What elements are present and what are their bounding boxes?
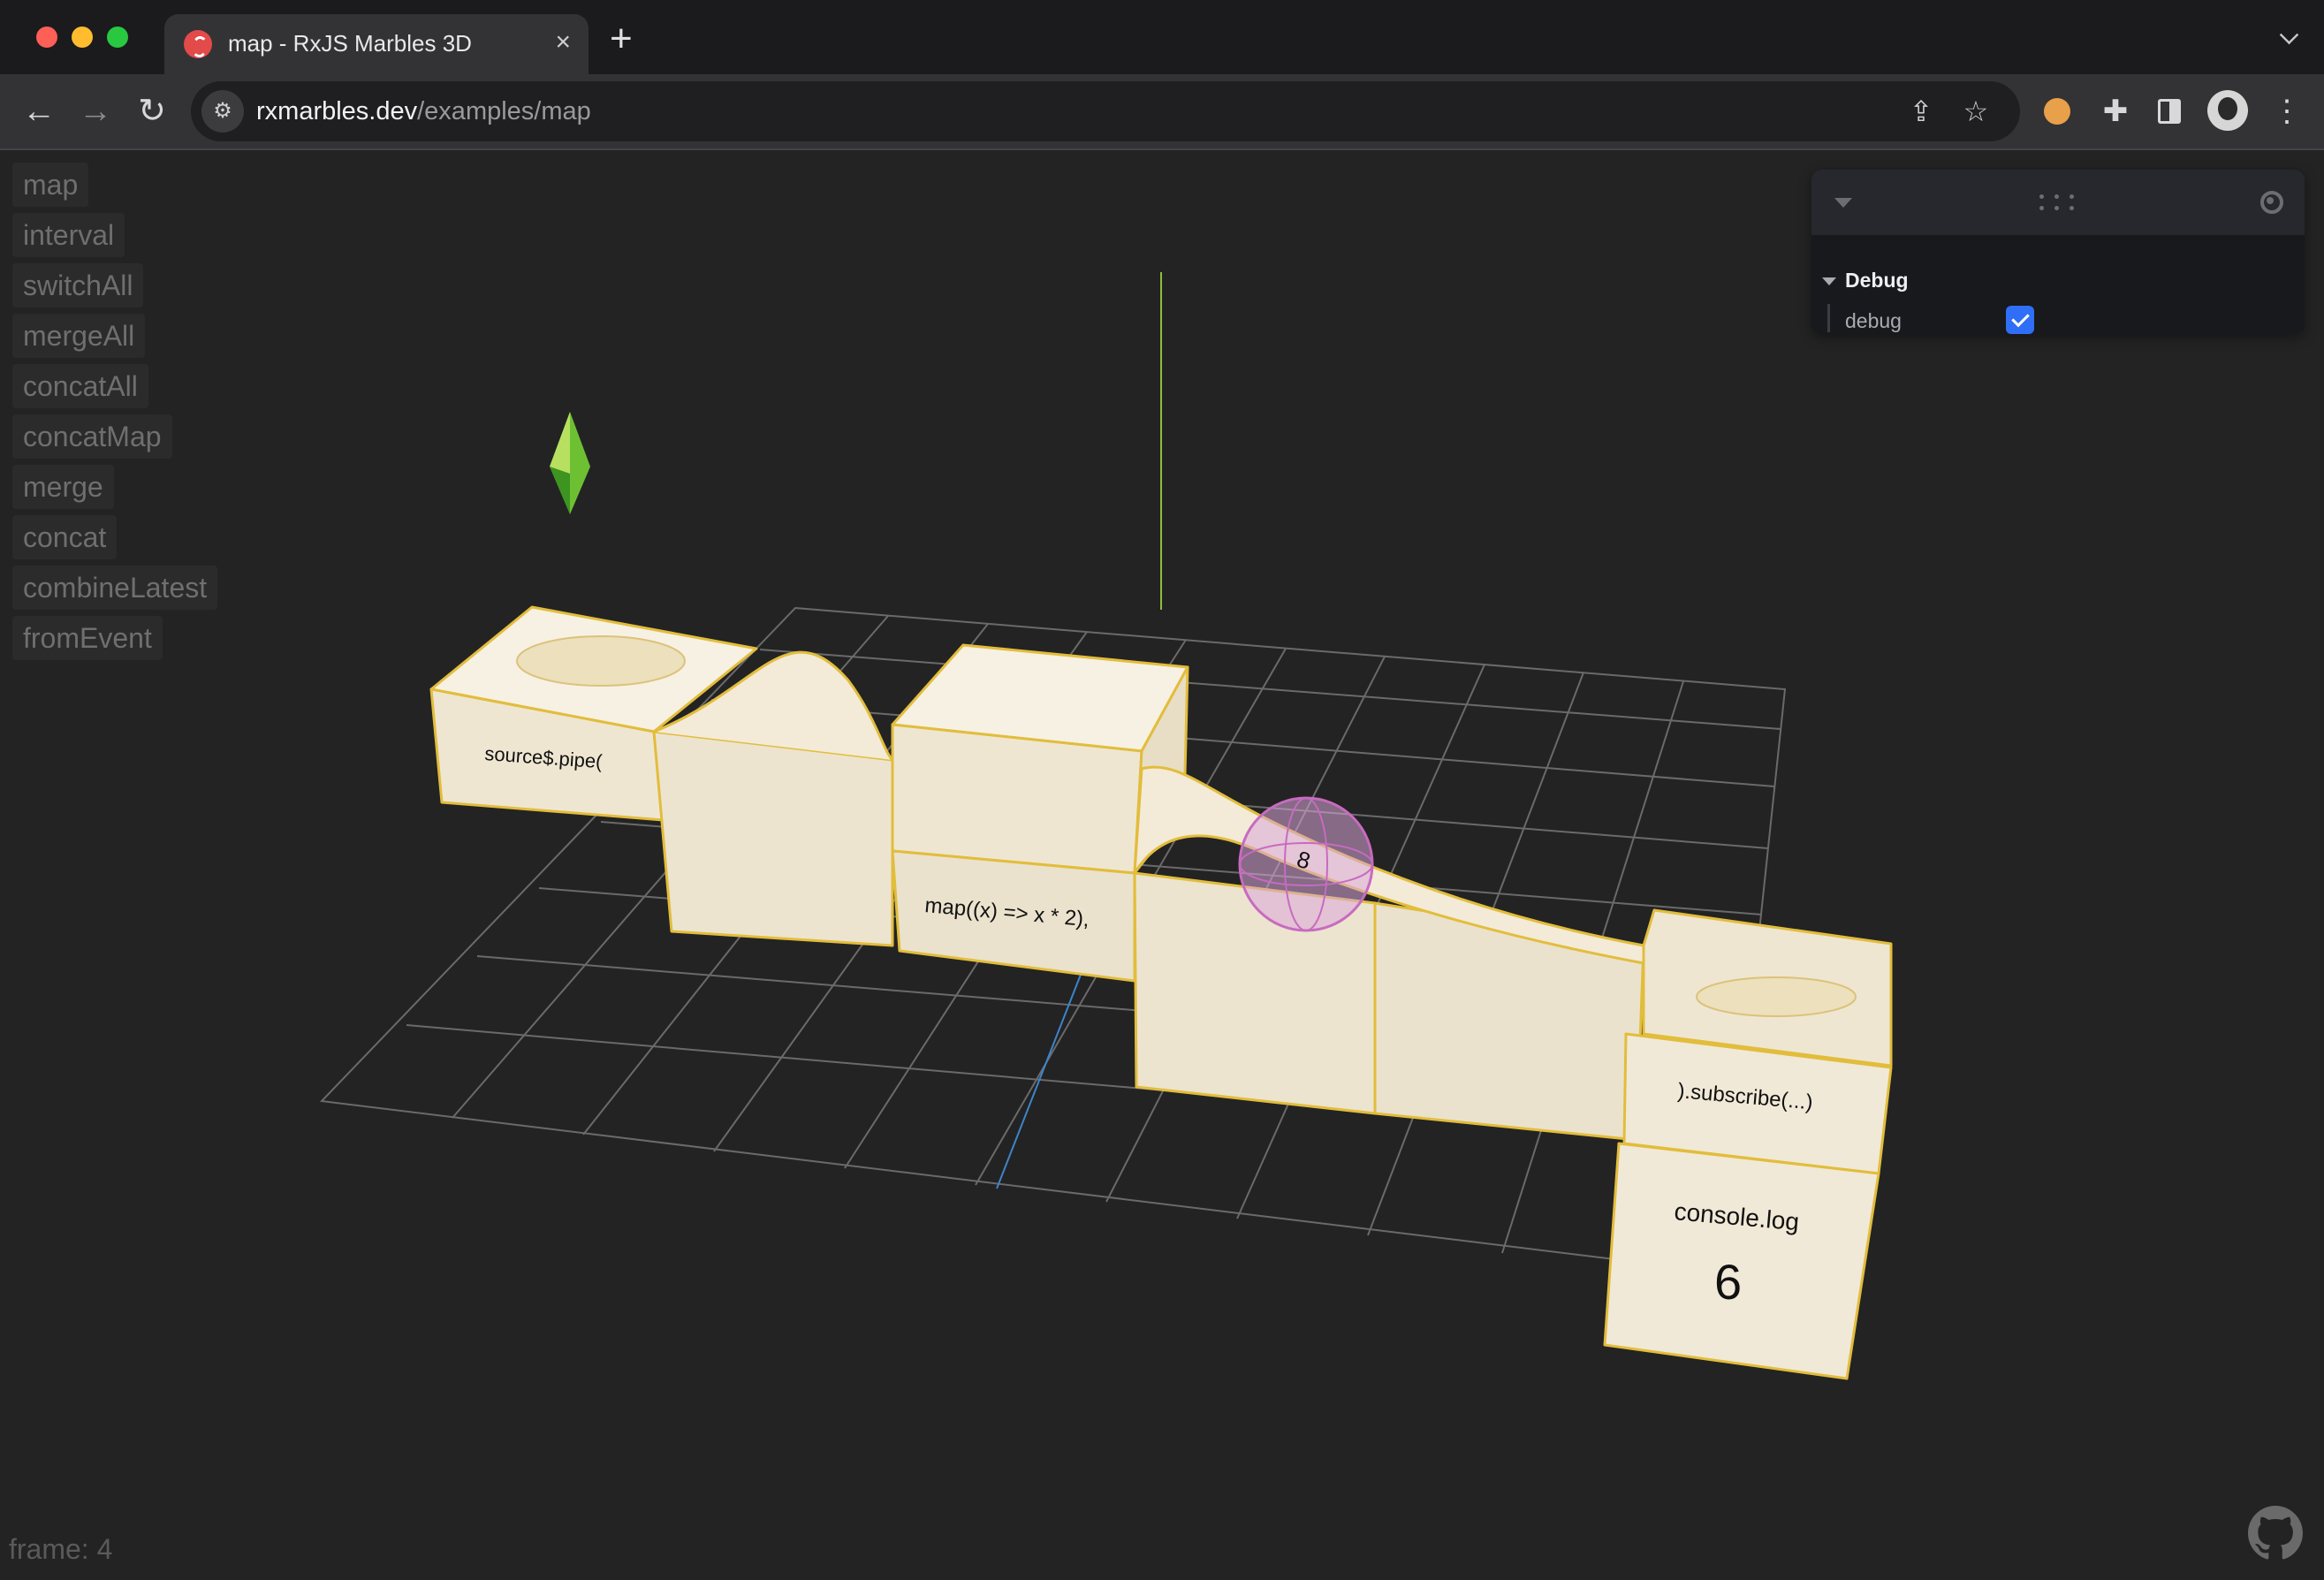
github-icon[interactable] [2248,1506,2303,1561]
example-link-map[interactable]: map [12,163,89,207]
profile-avatar[interactable] [2207,90,2248,131]
drag-handle-icon[interactable] [2039,193,2075,212]
browser-toolbar: ← → ↻ ⚙ rxmarbles.dev/examples/map ⇪ ☆ ✚… [0,74,2324,150]
tab-search-chevron-icon[interactable] [2279,25,2299,45]
page-viewport: source$.pipe( map((x) => x * 2), ).subsc… [0,150,2324,1580]
example-link-merge[interactable]: merge [12,465,114,509]
side-panel-icon[interactable] [2151,92,2190,131]
examples-nav: map interval switchAll mergeAll concatAl… [12,163,218,666]
tab-title: map - RxJS Marbles 3D [228,30,472,57]
tab-close-icon[interactable]: × [555,28,571,57]
example-link-fromevent[interactable]: fromEvent [12,616,163,660]
debug-folder-title[interactable]: Debug [1845,269,1909,292]
example-link-mergeall[interactable]: mergeAll [12,314,146,358]
search-icon[interactable] [2260,191,2283,214]
minimize-window-button[interactable] [72,27,93,48]
browser-titlebar: map - RxJS Marbles 3D × + [0,0,2324,74]
gem-icon [550,412,590,514]
bookmark-star-icon[interactable]: ☆ [1958,94,1994,129]
debug-checkbox[interactable] [2006,306,2034,334]
example-link-concat[interactable]: concat [12,515,118,559]
back-arrow-icon[interactable]: ← [19,92,58,131]
example-link-concatall[interactable]: concatAll [12,364,148,408]
extensions-puzzle-icon[interactable]: ✚ [2096,92,2135,131]
debug-panel: Debug debug [1811,170,2305,334]
forward-arrow-icon[interactable]: → [76,92,115,131]
zoom-window-button[interactable] [107,27,128,48]
extension-icon[interactable] [2038,92,2077,131]
row-divider [1827,304,1830,332]
address-bar[interactable]: ⚙ rxmarbles.dev/examples/map ⇪ ☆ [191,81,2020,141]
marble-track [429,605,1893,1380]
example-link-switchall[interactable]: switchAll [12,263,144,308]
example-link-interval[interactable]: interval [12,213,125,257]
frame-counter: frame: 4 [9,1533,113,1565]
z-axis-helper [996,953,1090,1189]
folder-caret-icon[interactable] [1822,277,1836,285]
close-window-button[interactable] [36,27,57,48]
example-link-concatmap[interactable]: concatMap [12,414,172,459]
url-text[interactable]: rxmarbles.dev/examples/map [256,97,591,126]
rxjs-favicon-icon [184,30,212,58]
collapse-caret-icon[interactable] [1834,198,1852,208]
tab-active[interactable]: map - RxJS Marbles 3D × [164,14,589,74]
output-value: 6 [1714,1254,1742,1310]
marble-3d-scene[interactable]: source$.pipe( map((x) => x * 2), ).subsc… [0,150,2324,1580]
kebab-menu-icon[interactable]: ⋮ [2267,92,2306,131]
debug-panel-header[interactable] [1811,170,2305,235]
new-tab-button[interactable]: + [610,19,633,58]
example-link-combinelatest[interactable]: combineLatest [12,566,218,610]
site-settings-icon[interactable]: ⚙ [201,90,244,133]
reload-icon[interactable]: ↻ [133,92,171,131]
share-icon[interactable]: ⇪ [1903,94,1939,129]
debug-label: debug [1845,309,1902,332]
